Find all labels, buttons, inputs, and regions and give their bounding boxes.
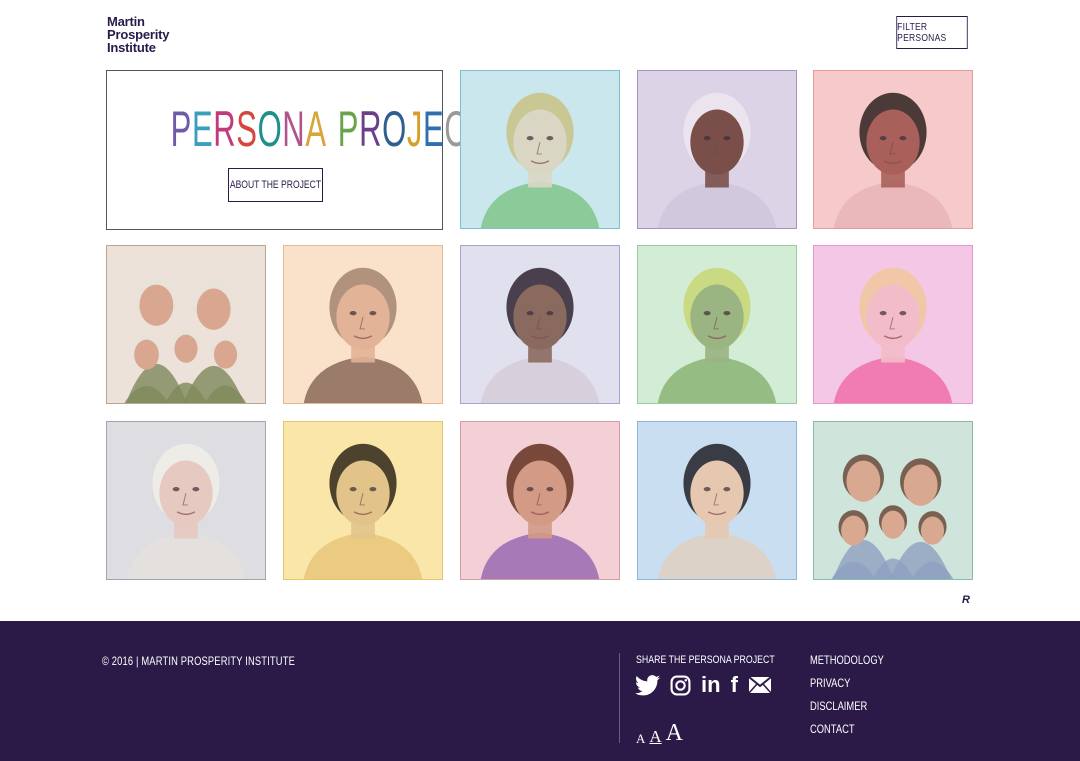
portrait-illustration: [833, 92, 953, 228]
title-letter: P: [337, 101, 360, 157]
persona-smiling-woman-tile[interactable]: [813, 245, 973, 404]
font-size-controls: A A A: [636, 721, 683, 745]
filter-personas-button[interactable]: FILTER PERSONAS: [896, 16, 968, 49]
footer-links: METHODOLOGY PRIVACY DISCLAIMER CONTACT: [810, 653, 905, 736]
portrait-illustration: [657, 443, 777, 579]
portrait-illustration: [657, 267, 777, 403]
institute-logo[interactable]: Martin Prosperity Institute: [107, 15, 197, 54]
persona-elderly-couple-tile[interactable]: [106, 245, 266, 404]
methodology-link[interactable]: METHODOLOGY: [810, 653, 884, 667]
portrait-illustration: [124, 278, 247, 403]
portrait-illustration: [303, 267, 423, 403]
privacy-link[interactable]: PRIVACY: [810, 676, 884, 690]
about-project-label: ABOUT THE PROJECT: [229, 179, 322, 191]
share-icons: in f: [635, 672, 772, 697]
contact-link[interactable]: CONTACT: [810, 722, 884, 736]
title-letter: A: [305, 101, 327, 157]
font-size-medium-button[interactable]: A: [649, 728, 661, 745]
font-size-small-button[interactable]: A: [636, 732, 645, 745]
persona-bearded-man-purple-shirt-tile[interactable]: [460, 421, 620, 580]
persona-woman-headscarf-tile[interactable]: [637, 70, 797, 229]
title-letter: R: [213, 101, 237, 157]
portrait-illustration: [657, 92, 777, 228]
about-project-button[interactable]: ABOUT THE PROJECT: [228, 168, 323, 202]
site-footer: © 2016 | MARTIN PROSPERITY INSTITUTE SHA…: [0, 621, 1080, 761]
twitter-icon[interactable]: [635, 674, 660, 696]
portrait-illustration: [831, 454, 954, 579]
portrait-illustration: [480, 443, 600, 579]
persona-woman-looking-down-tile[interactable]: [106, 421, 266, 580]
logo-line-3: Institute: [107, 40, 156, 55]
persona-construction-worker-tile[interactable]: [637, 245, 797, 404]
title-letter: P: [170, 101, 192, 157]
r-logo-mark[interactable]: R: [962, 594, 970, 606]
share-label: SHARE THE PERSONA PROJECT: [636, 654, 775, 666]
title-letter: E: [191, 101, 214, 157]
font-size-large-button[interactable]: A: [666, 721, 683, 745]
portrait-illustration: [480, 92, 600, 228]
title-letter: S: [236, 101, 258, 157]
copyright-text: © 2016 | MARTIN PROSPERITY INSTITUTE: [102, 654, 296, 668]
persona-man-glasses-tile[interactable]: [637, 421, 797, 580]
persona-woman-long-dark-hair-tile[interactable]: [460, 245, 620, 404]
facebook-icon[interactable]: f: [731, 672, 738, 697]
title-letter: O: [382, 101, 407, 157]
linkedin-icon[interactable]: in: [701, 672, 721, 697]
title-letter: R: [359, 101, 383, 157]
title-letter: E: [422, 101, 445, 157]
title-letter: J: [406, 101, 423, 157]
project-title: PERSONA PROJECT: [170, 101, 487, 157]
title-letter: O: [257, 101, 283, 157]
portrait-illustration: [126, 443, 246, 579]
persona-family-tile[interactable]: [813, 421, 973, 580]
email-icon[interactable]: [748, 674, 772, 696]
footer-divider: [619, 653, 620, 743]
title-letter: N: [282, 101, 306, 157]
persona-woman-short-blonde-hair-tile[interactable]: [460, 70, 620, 229]
hero-card: PERSONA PROJECT ABOUT THE PROJECT: [106, 70, 487, 230]
instagram-icon[interactable]: [670, 674, 691, 696]
portrait-illustration: [303, 443, 423, 579]
portrait-illustration: [833, 267, 953, 403]
portrait-illustration: [480, 267, 600, 403]
persona-middle-aged-man-tile[interactable]: [283, 245, 443, 404]
persona-bearded-man-tile[interactable]: [813, 70, 973, 229]
disclaimer-link[interactable]: DISCLAIMER: [810, 699, 884, 713]
persona-young-man-curly-hair-tile[interactable]: [283, 421, 443, 580]
